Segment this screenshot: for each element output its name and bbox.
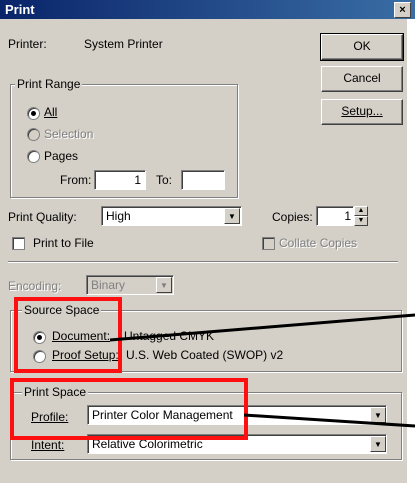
- source-pointer-line: [109, 313, 415, 342]
- annotation-lines: [109, 313, 415, 428]
- print-pointer-line: [243, 413, 415, 428]
